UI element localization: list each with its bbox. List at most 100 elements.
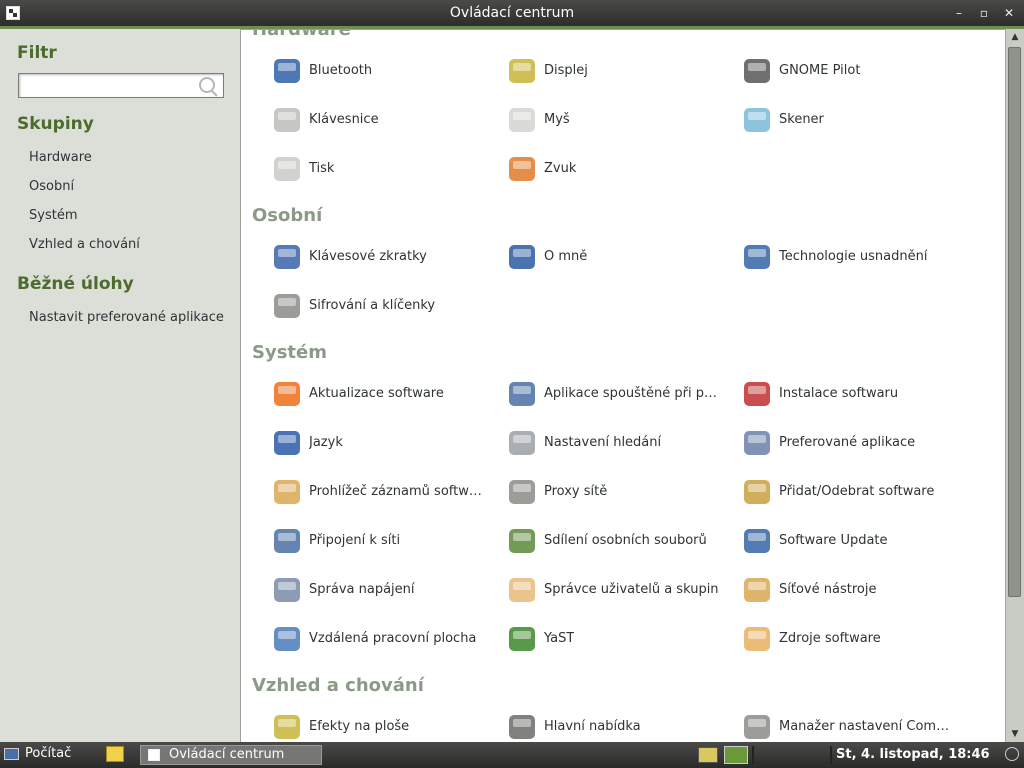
notes-launcher-icon[interactable]: [106, 746, 124, 762]
desktop-effects-icon: [271, 711, 303, 742]
computer-icon: [4, 747, 19, 760]
item-label: Aktualizace software: [309, 386, 444, 401]
control-center-item[interactable]: YaST: [506, 621, 731, 661]
item-label: Připojení k síti: [309, 533, 401, 548]
window-icon: [148, 749, 160, 761]
sidebar: Filtr Skupiny Hardware Osobní Systém Vzh…: [0, 29, 240, 742]
scroll-down-icon[interactable]: ▼: [1006, 726, 1024, 742]
item-label: Bluetooth: [309, 63, 373, 78]
network-connections-icon: [271, 525, 303, 557]
control-center-item[interactable]: Přidat/Odebrat software: [741, 474, 966, 514]
window-title: Ovládací centrum: [449, 5, 575, 21]
section-title: Osobní: [252, 205, 323, 226]
display-icon: [506, 55, 538, 87]
clock[interactable]: St, 4. listopad, 18:46: [836, 747, 990, 762]
pda-icon: [741, 55, 773, 87]
item-label: Šifrování a klíčenky: [309, 298, 436, 313]
control-center-item[interactable]: Efekty na ploše: [271, 709, 496, 742]
control-center-item[interactable]: Aplikace spouštěné při přihlášení: [506, 376, 731, 416]
control-center-item[interactable]: Preferované aplikace: [741, 425, 966, 465]
control-center-item[interactable]: Instalace softwaru: [741, 376, 966, 416]
control-center-item[interactable]: Klávesové zkratky: [271, 239, 496, 279]
task-preferred-apps[interactable]: Nastavit preferované aplikace: [29, 310, 224, 325]
control-center-item[interactable]: Správa napájení: [271, 572, 496, 612]
workspace-switcher-icon[interactable]: [724, 746, 748, 764]
item-label: Software Update: [779, 533, 888, 548]
control-center-item[interactable]: Jazyk: [271, 425, 496, 465]
control-center-item[interactable]: Displej: [506, 53, 731, 93]
group-hardware[interactable]: Hardware: [29, 150, 92, 165]
software-update-icon: [271, 378, 303, 410]
minimize-button[interactable]: –: [950, 4, 968, 22]
display-tray-icon[interactable]: [698, 747, 718, 763]
group-look-and-feel[interactable]: Vzhled a chování: [29, 237, 140, 252]
computer-menu-label: Počítač: [25, 746, 72, 761]
taskbar-window-button[interactable]: Ovládací centrum: [140, 745, 322, 765]
item-label: YaST: [544, 631, 575, 646]
item-label: Nastavení hledání: [544, 435, 662, 450]
maximize-button[interactable]: ▫: [975, 4, 993, 22]
item-label: Technologie usnadnění: [779, 249, 928, 264]
main-menu-icon: [506, 711, 538, 742]
control-center-item[interactable]: Zvuk: [506, 151, 731, 191]
control-center-item[interactable]: Technologie usnadnění: [741, 239, 966, 279]
software-sources-icon: [741, 623, 773, 655]
control-center-item[interactable]: Proxy sítě: [506, 474, 731, 514]
control-center-item[interactable]: Klávesnice: [271, 102, 496, 142]
control-center-item[interactable]: Šifrování a klíčenky: [271, 288, 496, 328]
log-viewer-icon: [271, 476, 303, 508]
vertical-scrollbar[interactable]: ▲ ▼: [1005, 29, 1024, 742]
control-center-item[interactable]: Síťové nástroje: [741, 572, 966, 612]
item-label: Přidat/Odebrat software: [779, 484, 935, 499]
add-remove-icon: [741, 476, 773, 508]
control-center-item[interactable]: Zdroje software: [741, 621, 966, 661]
item-label: Manažer nastavení CompizConfig: [779, 719, 957, 734]
item-label: Správce uživatelů a skupin: [544, 582, 719, 597]
printer-icon: [271, 153, 303, 185]
window-titlebar[interactable]: Ovládací centrum – ▫ ✕: [0, 0, 1024, 27]
item-label: Klávesnice: [309, 112, 379, 127]
groups-heading: Skupiny: [17, 114, 94, 134]
item-label: Klávesové zkratky: [309, 249, 427, 264]
item-label: Myš: [544, 112, 570, 127]
network-tools-icon: [741, 574, 773, 606]
control-center-item[interactable]: Aktualizace software: [271, 376, 496, 416]
tray-separator: [830, 746, 832, 764]
item-label: Displej: [544, 63, 588, 78]
control-center-item[interactable]: Sdílení osobních souborů: [506, 523, 731, 563]
control-center-item[interactable]: Manažer nastavení CompizConfig: [741, 709, 966, 742]
control-center-item[interactable]: Správce uživatelů a skupin: [506, 572, 731, 612]
control-center-item[interactable]: O mně: [506, 239, 731, 279]
control-center-item[interactable]: Software Update: [741, 523, 966, 563]
control-center-item[interactable]: Prohlížeč záznamů softwaru: [271, 474, 496, 514]
control-center-content: Hardware Bluetooth Displej GNOME Pilot Kláve…: [240, 29, 1005, 742]
item-label: Vzdálená pracovní plocha: [309, 631, 477, 646]
compiz-icon: [741, 711, 773, 742]
item-label: Proxy sítě: [544, 484, 608, 499]
control-center-item[interactable]: Vzdálená pracovní plocha: [271, 621, 496, 661]
item-label: GNOME Pilot: [779, 63, 861, 78]
group-system[interactable]: Systém: [29, 208, 77, 223]
item-label: Tisk: [309, 161, 335, 176]
control-center-item[interactable]: GNOME Pilot: [741, 53, 966, 93]
control-center-item[interactable]: Myš: [506, 102, 731, 142]
control-center-item[interactable]: Bluetooth: [271, 53, 496, 93]
scrollbar-thumb[interactable]: [1008, 47, 1021, 597]
search-input[interactable]: [18, 73, 224, 98]
control-center-item[interactable]: Skener: [741, 102, 966, 142]
tasks-heading: Běžné úlohy: [17, 274, 134, 294]
about-me-icon: [506, 241, 538, 273]
item-label: Zdroje software: [779, 631, 881, 646]
control-center-item[interactable]: Tisk: [271, 151, 496, 191]
scroll-up-icon[interactable]: ▲: [1006, 29, 1024, 45]
power-icon[interactable]: [1005, 747, 1019, 761]
shortcuts-icon: [271, 241, 303, 273]
accessibility-icon: [741, 241, 773, 273]
computer-menu-button[interactable]: Počítač: [4, 746, 71, 764]
control-center-item[interactable]: Připojení k síti: [271, 523, 496, 563]
control-center-item[interactable]: Nastavení hledání: [506, 425, 731, 465]
item-label: Hlavní nabídka: [544, 719, 641, 734]
close-button[interactable]: ✕: [1000, 4, 1018, 22]
group-personal[interactable]: Osobní: [29, 179, 74, 194]
control-center-item[interactable]: Hlavní nabídka: [506, 709, 731, 742]
